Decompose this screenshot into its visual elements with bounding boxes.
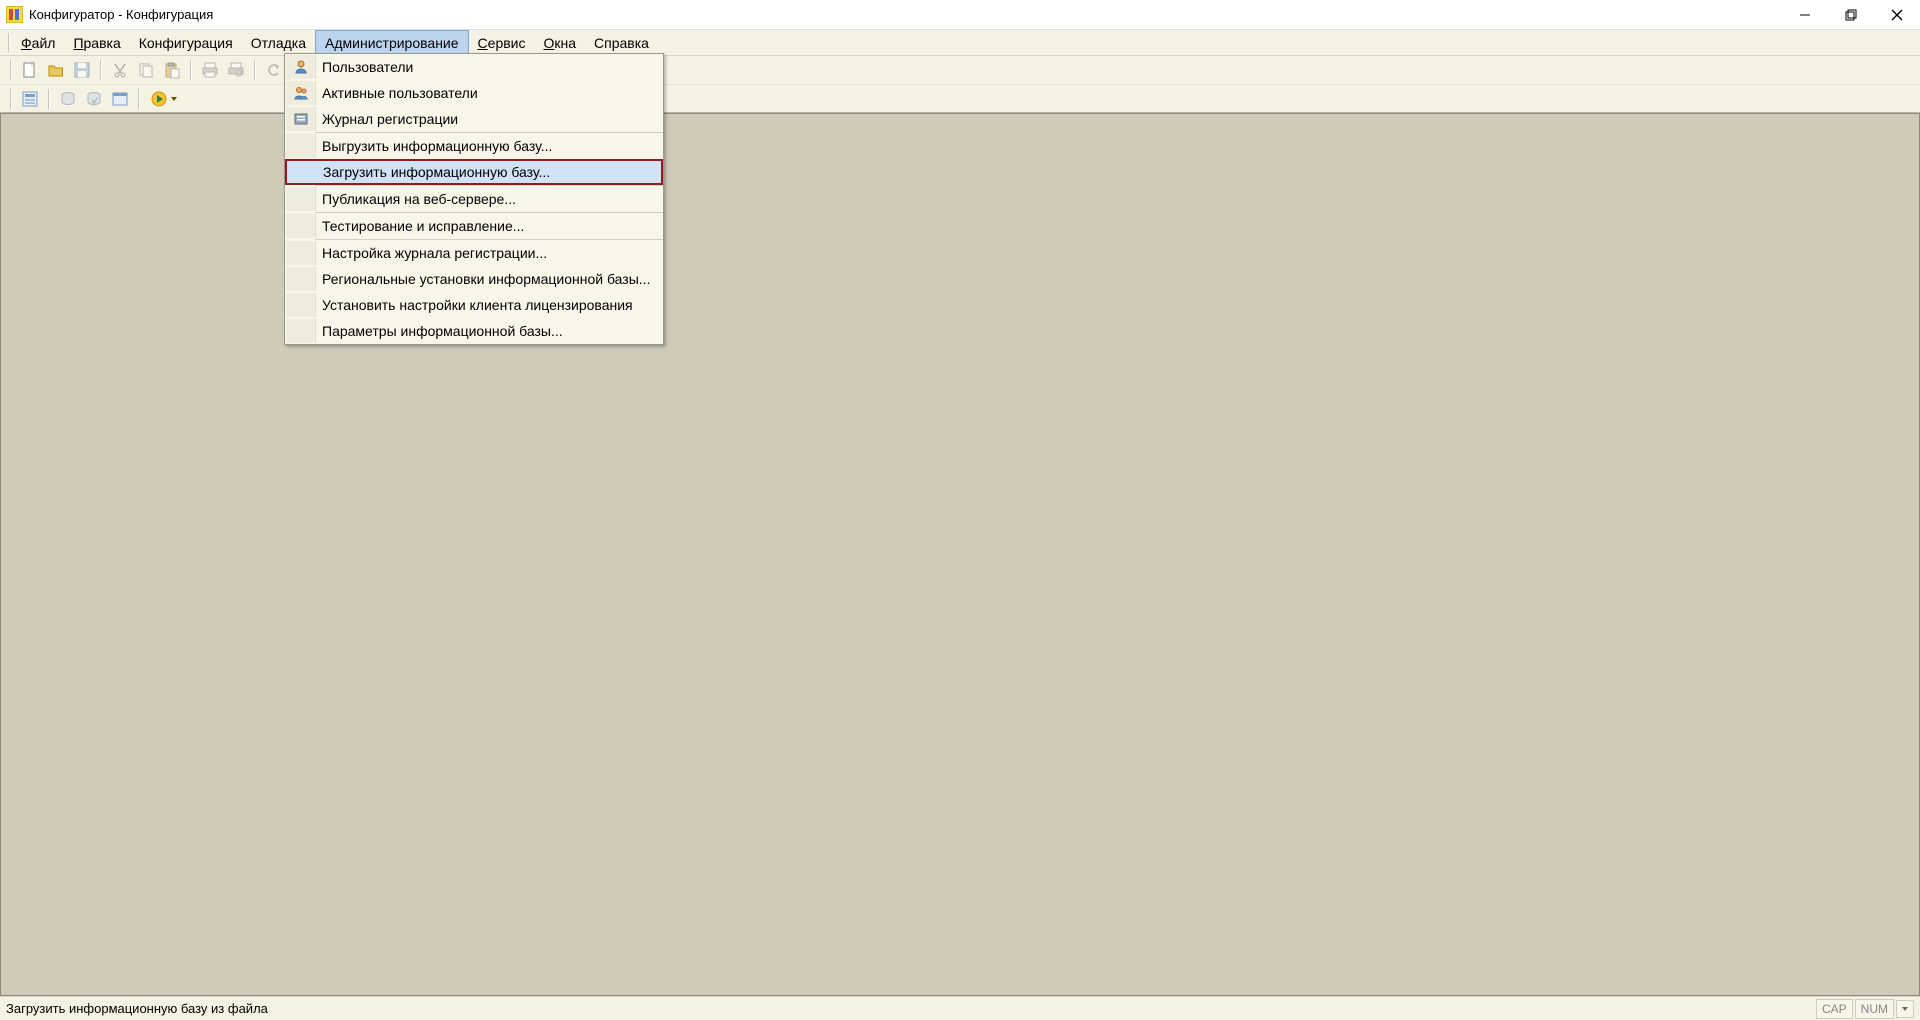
print-preview-button[interactable] [224, 58, 248, 82]
statusbar-text: Загрузить информационную базу из файла [6, 1001, 268, 1016]
dd-label: Активные пользователи [316, 85, 478, 101]
menu-regional-settings[interactable]: Региональные установки информационной ба… [285, 266, 663, 292]
menu-users[interactable]: Пользователи [285, 54, 663, 80]
print-button[interactable] [198, 58, 222, 82]
status-cap: CAP [1816, 999, 1853, 1019]
menu-test-repair[interactable]: Тестирование и исправление... [285, 213, 663, 239]
db-config-button[interactable] [56, 87, 80, 111]
maximize-button[interactable] [1828, 0, 1874, 30]
menu-registration-journal[interactable]: Журнал регистрации [285, 106, 663, 132]
statusbar: Загрузить информационную базу из файла C… [0, 996, 1920, 1020]
dd-label: Параметры информационной базы... [316, 323, 563, 339]
copy-button[interactable] [134, 58, 158, 82]
menu-licensing-settings[interactable]: Установить настройки клиента лицензирова… [285, 292, 663, 318]
menu-windows[interactable]: Окна [535, 30, 586, 55]
undo-button[interactable] [262, 58, 286, 82]
menu-configuration[interactable]: Конфигурация [130, 30, 242, 55]
app-icon [6, 6, 23, 23]
dd-label: Пользователи [316, 59, 413, 75]
minimize-button[interactable] [1782, 0, 1828, 30]
syntax-check-button[interactable] [108, 87, 132, 111]
toolbar-grip [10, 60, 12, 80]
dd-label: Тестирование и исправление... [316, 218, 524, 234]
menu-web-publish[interactable]: Публикация на веб-сервере... [285, 186, 663, 212]
menu-load-infobase[interactable]: Загрузить информационную базу... [285, 159, 663, 185]
user-icon [286, 55, 316, 79]
menu-help[interactable]: Справка [585, 30, 658, 55]
db-update-button[interactable] [82, 87, 106, 111]
open-button[interactable] [44, 58, 68, 82]
new-button[interactable] [18, 58, 42, 82]
dd-label: Установить настройки клиента лицензирова… [316, 297, 633, 313]
menu-service[interactable]: Сервис [469, 30, 535, 55]
menu-edit[interactable]: Правка [64, 30, 129, 55]
dd-label: Журнал регистрации [316, 111, 458, 127]
chevron-down-icon [171, 97, 177, 101]
menu-debug[interactable]: Отладка [242, 30, 315, 55]
dd-label: Выгрузить информационную базу... [316, 138, 552, 154]
journal-icon [286, 107, 316, 131]
cut-button[interactable] [108, 58, 132, 82]
toolbar-grip [10, 89, 12, 109]
status-num: NUM [1855, 999, 1894, 1019]
dd-label: Региональные установки информационной ба… [316, 271, 650, 287]
menu-active-users[interactable]: Активные пользователи [285, 80, 663, 106]
menubar-grip [8, 33, 10, 52]
menu-journal-settings[interactable]: Настройка журнала регистрации... [285, 240, 663, 266]
titlebar: Конфигуратор - Конфигурация [0, 0, 1920, 30]
menu-administration[interactable]: Администрирование [315, 30, 469, 55]
save-button[interactable] [70, 58, 94, 82]
users-icon [286, 81, 316, 105]
dd-label: Загрузить информационную базу... [317, 164, 550, 180]
menu-infobase-params[interactable]: Параметры информационной базы... [285, 318, 663, 344]
menu-dump-infobase[interactable]: Выгрузить информационную базу... [285, 133, 663, 159]
admin-dropdown: Пользователи Активные пользователи Журна… [284, 53, 664, 345]
config-tree-button[interactable] [18, 87, 42, 111]
close-button[interactable] [1874, 0, 1920, 30]
paste-button[interactable] [160, 58, 184, 82]
start-debug-button[interactable] [146, 87, 180, 111]
dd-label: Настройка журнала регистрации... [316, 245, 547, 261]
status-menu-arrow[interactable] [1896, 1000, 1914, 1018]
dd-label: Публикация на веб-сервере... [316, 191, 516, 207]
menu-file[interactable]: Файл [12, 30, 64, 55]
window-title: Конфигуратор - Конфигурация [29, 7, 213, 22]
